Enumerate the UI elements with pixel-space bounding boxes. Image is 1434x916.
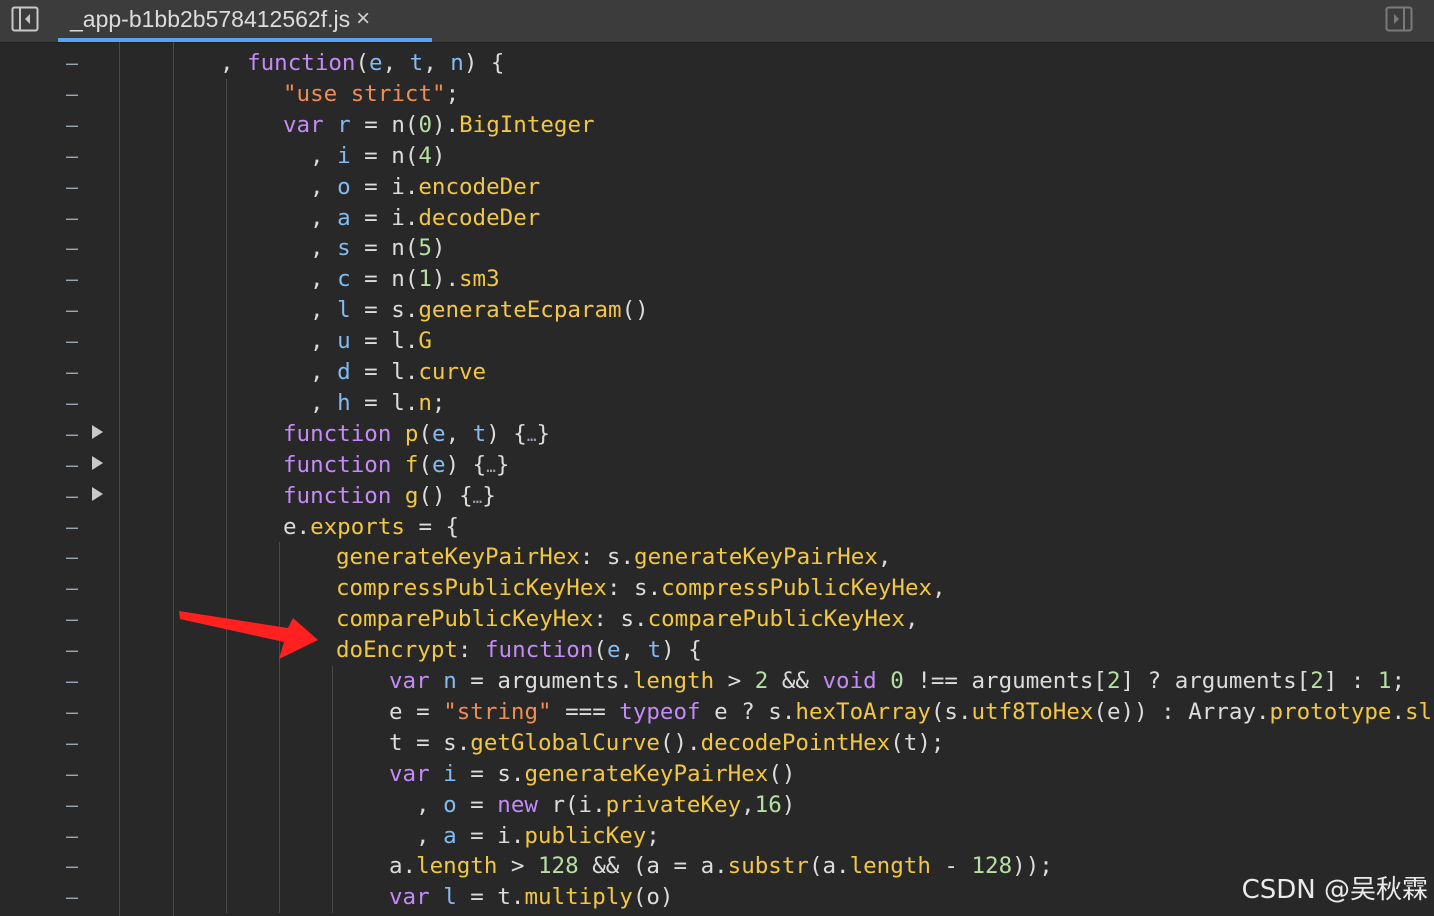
annotation-arrow-icon [179,611,318,659]
watermark: CSDN @吴秋霖 [1241,875,1428,905]
